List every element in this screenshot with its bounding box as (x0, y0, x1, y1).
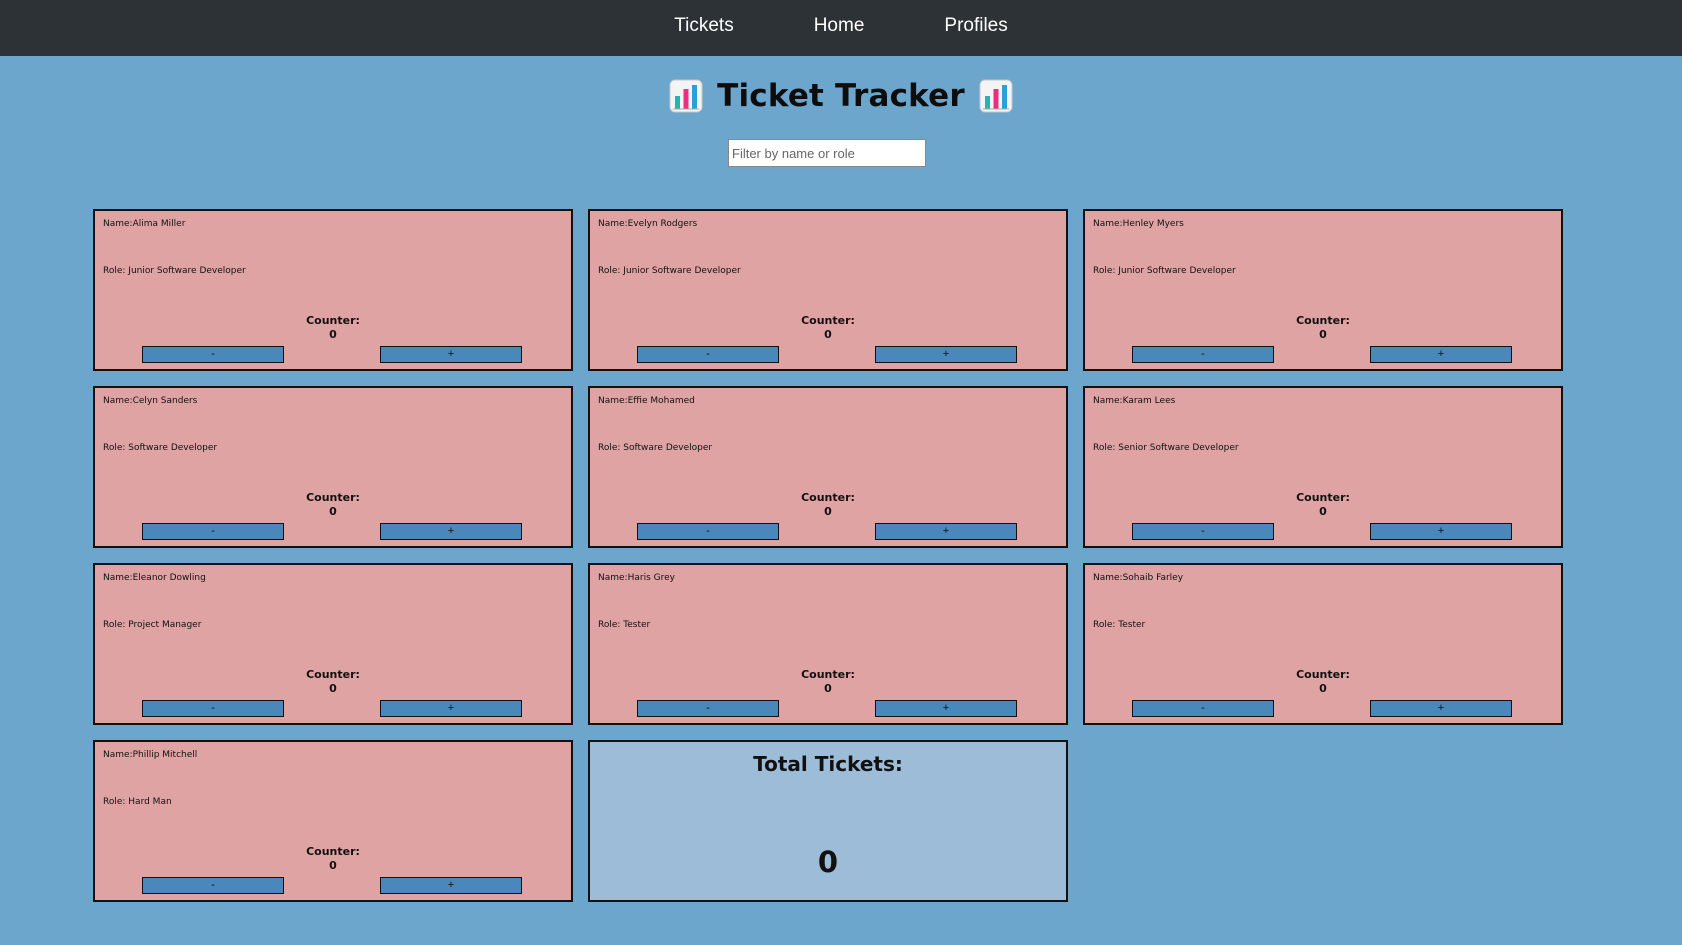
card-role: Role: Tester (1093, 620, 1146, 630)
counter-label: Counter: (1296, 314, 1350, 327)
decrement-button[interactable]: - (1132, 346, 1274, 363)
profile-card: Name:Alima Miller Role: Junior Software … (93, 209, 573, 371)
decrement-button[interactable]: - (142, 700, 284, 717)
card-role: Role: Software Developer (103, 443, 218, 453)
page-title: Ticket Tracker (717, 78, 965, 114)
card-name: Name:Evelyn Rodgers (598, 219, 698, 229)
card-name: Name:Haris Grey (598, 573, 675, 583)
card-role: Role: Senior Software Developer (1093, 443, 1239, 453)
counter-value: 0 (329, 682, 337, 695)
increment-button[interactable]: + (1370, 700, 1512, 717)
profile-card: Name:Karam Lees Role: Senior Software De… (1083, 386, 1563, 548)
decrement-button[interactable]: - (1132, 700, 1274, 717)
bar-chart-icon (669, 79, 703, 113)
decrement-button[interactable]: - (142, 523, 284, 540)
page-header: Ticket Tracker (0, 78, 1682, 114)
nav-home-link[interactable]: Home (814, 15, 865, 37)
nav-profiles-link[interactable]: Profiles (944, 15, 1007, 37)
decrement-button[interactable]: - (1132, 523, 1274, 540)
increment-button[interactable]: + (1370, 523, 1512, 540)
decrement-button[interactable]: - (142, 877, 284, 894)
card-name: Name:Phillip Mitchell (103, 750, 198, 760)
counter-label: Counter: (801, 668, 855, 681)
card-name: Name:Effie Mohamed (598, 396, 695, 406)
card-role: Role: Hard Man (103, 797, 172, 807)
decrement-button[interactable]: - (637, 523, 779, 540)
increment-button[interactable]: + (1370, 346, 1512, 363)
counter-label: Counter: (1296, 668, 1350, 681)
card-name: Name:Henley Myers (1093, 219, 1184, 229)
increment-button[interactable]: + (875, 346, 1017, 363)
decrement-button[interactable]: - (637, 346, 779, 363)
filter-input[interactable] (728, 139, 926, 167)
card-name: Name:Celyn Sanders (103, 396, 198, 406)
decrement-button[interactable]: - (142, 346, 284, 363)
counter-value: 0 (824, 328, 832, 341)
profile-card: Name:Sohaib Farley Role: Tester Counter:… (1083, 563, 1563, 725)
profile-card: Name:Haris Grey Role: Tester Counter: 0 … (588, 563, 1068, 725)
card-role: Role: Junior Software Developer (103, 266, 246, 276)
counter-label: Counter: (306, 491, 360, 504)
increment-button[interactable]: + (875, 523, 1017, 540)
profile-grid: Name:Alima Miller Role: Junior Software … (93, 209, 1565, 902)
counter-label: Counter: (1296, 491, 1350, 504)
nav-tickets-link[interactable]: Tickets (674, 15, 733, 37)
top-navbar: Tickets Home Profiles (0, 0, 1682, 56)
counter-value: 0 (329, 328, 337, 341)
counter-label: Counter: (306, 668, 360, 681)
increment-button[interactable]: + (380, 523, 522, 540)
decrement-button[interactable]: - (637, 700, 779, 717)
profile-card: Name:Henley Myers Role: Junior Software … (1083, 209, 1563, 371)
counter-value: 0 (329, 505, 337, 518)
card-name: Name:Sohaib Farley (1093, 573, 1184, 583)
increment-button[interactable]: + (380, 877, 522, 894)
counter-value: 0 (329, 859, 337, 872)
counter-value: 0 (1319, 505, 1327, 518)
card-name: Name:Eleanor Dowling (103, 573, 206, 583)
counter-value: 0 (1319, 682, 1327, 695)
card-role: Role: Junior Software Developer (598, 266, 741, 276)
card-role: Role: Tester (598, 620, 651, 630)
counter-label: Counter: (801, 314, 855, 327)
total-tickets-value: 0 (817, 845, 839, 879)
profile-card: Name:Evelyn Rodgers Role: Junior Softwar… (588, 209, 1068, 371)
total-tickets-label: Total Tickets: (753, 752, 903, 776)
profile-card: Name:Celyn Sanders Role: Software Develo… (93, 386, 573, 548)
counter-value: 0 (824, 505, 832, 518)
profile-card: Name:Phillip Mitchell Role: Hard Man Cou… (93, 740, 573, 902)
counter-label: Counter: (801, 491, 855, 504)
profile-card: Name:Eleanor Dowling Role: Project Manag… (93, 563, 573, 725)
card-name: Name:Karam Lees (1093, 396, 1176, 406)
increment-button[interactable]: + (380, 700, 522, 717)
increment-button[interactable]: + (380, 346, 522, 363)
counter-label: Counter: (306, 314, 360, 327)
counter-value: 0 (824, 682, 832, 695)
total-tickets-card: Total Tickets: 0 (588, 740, 1068, 902)
counter-label: Counter: (306, 845, 360, 858)
counter-value: 0 (1319, 328, 1327, 341)
profile-card: Name:Effie Mohamed Role: Software Develo… (588, 386, 1068, 548)
increment-button[interactable]: + (875, 700, 1017, 717)
bar-chart-icon (979, 79, 1013, 113)
card-role: Role: Software Developer (598, 443, 713, 453)
card-role: Role: Project Manager (103, 620, 202, 630)
card-role: Role: Junior Software Developer (1093, 266, 1236, 276)
card-name: Name:Alima Miller (103, 219, 186, 229)
